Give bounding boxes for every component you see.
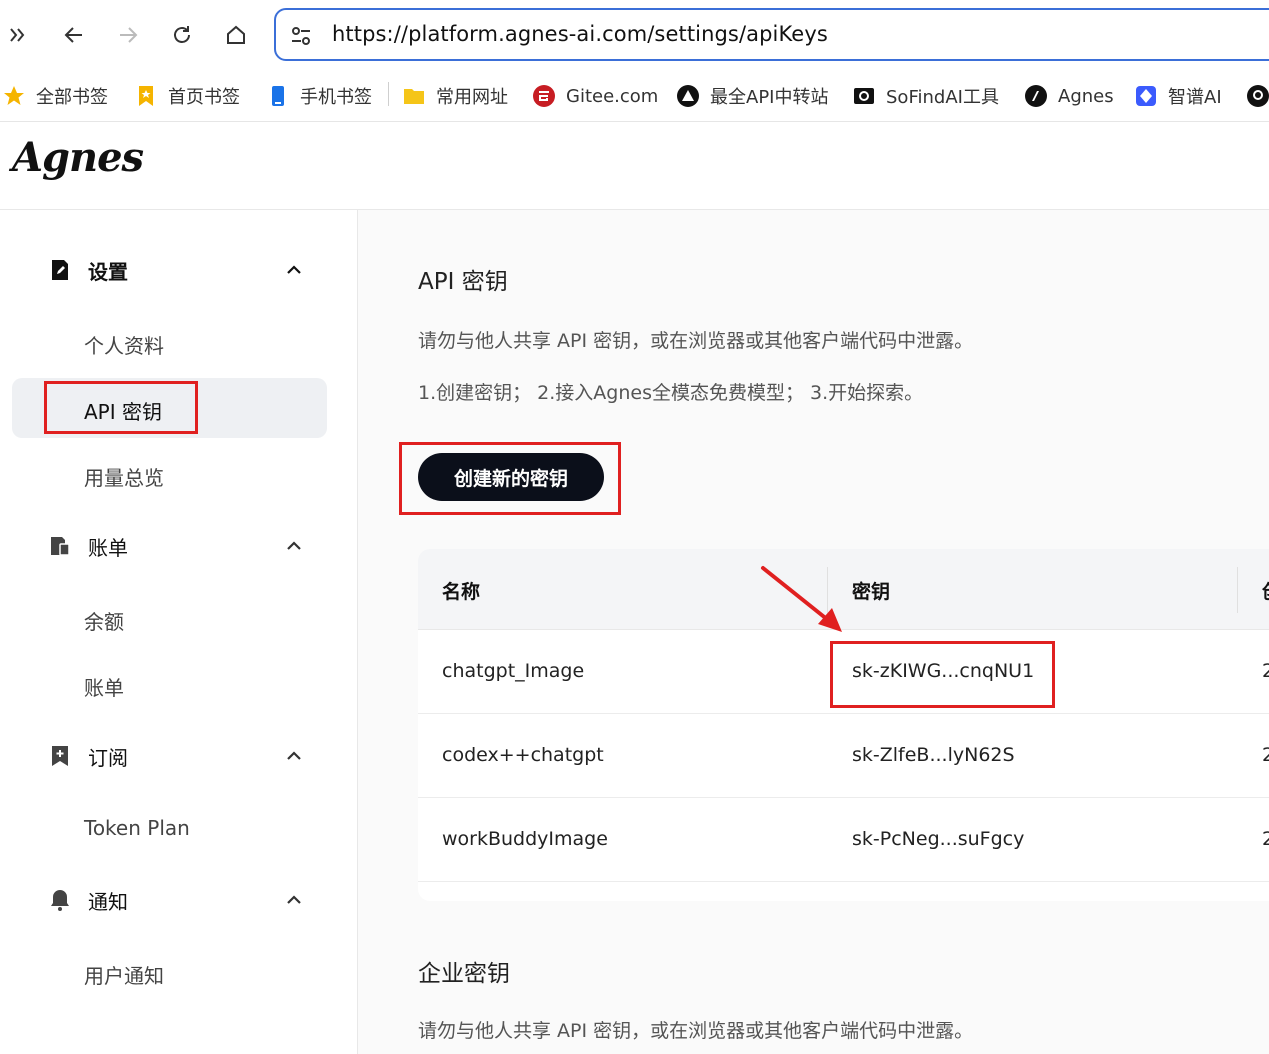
bookmark-github[interactable] bbox=[1246, 79, 1269, 113]
address-bar[interactable]: https://platform.agnes-ai.com/settings/a… bbox=[274, 8, 1269, 61]
key-created: 2 bbox=[1262, 828, 1269, 850]
table-header: 名称 密钥 创 bbox=[418, 549, 1269, 630]
bookmark-mobile[interactable]: 手机书签 bbox=[266, 79, 372, 113]
page-title: API 密钥 bbox=[418, 269, 508, 295]
star-icon bbox=[2, 84, 26, 108]
url-text: https://platform.agnes-ai.com/settings/a… bbox=[332, 22, 828, 46]
bill-icon bbox=[51, 537, 70, 556]
agnes-logo[interactable]: Agnes bbox=[12, 134, 144, 181]
triangle-logo-icon bbox=[676, 84, 700, 108]
bookmark-icon bbox=[134, 84, 158, 108]
sidebar-section-settings[interactable]: 设置 bbox=[48, 250, 308, 290]
sidebar-toggle-icon[interactable] bbox=[0, 17, 36, 53]
sidebar-section-notifications[interactable]: 通知 bbox=[48, 880, 308, 920]
settings-sidebar bbox=[0, 210, 358, 1054]
chevron-up-icon[interactable] bbox=[284, 536, 304, 556]
key-value[interactable]: sk-PcNeg...suFgcy bbox=[852, 828, 1024, 850]
bookmark-sofind[interactable]: SoFindAI工具 bbox=[852, 79, 999, 113]
zhipu-icon bbox=[1134, 84, 1158, 108]
sidebar-item-bills[interactable]: 账单 bbox=[84, 672, 124, 701]
key-name: chatgpt_Image bbox=[442, 660, 585, 682]
api-keys-table: 名称 密钥 创 chatgpt_Image sk-zKIWG...cnqNU1 … bbox=[418, 549, 1269, 901]
sidebar-item-profile[interactable]: 个人资料 bbox=[84, 330, 164, 359]
bookmark-home[interactable]: 首页书签 bbox=[134, 79, 240, 113]
phone-bookmark-icon bbox=[266, 84, 290, 108]
bookmark-plus-icon bbox=[52, 746, 68, 766]
api-key-warning: 请勿与他人共享 API 密钥，或在浏览器或其他客户端代码中泄露。 bbox=[418, 330, 974, 352]
bookmark-agnes[interactable]: Agnes bbox=[1024, 79, 1114, 113]
sidebar-item-balance[interactable]: 余额 bbox=[84, 606, 124, 635]
column-divider bbox=[827, 567, 828, 613]
annotation-box-api-keys bbox=[44, 381, 198, 434]
key-name: workBuddyImage bbox=[442, 828, 608, 850]
column-header-name: 名称 bbox=[442, 581, 481, 603]
edit-doc-icon bbox=[52, 260, 68, 280]
annotation-box-create-button bbox=[399, 442, 621, 515]
browser-toolbar: https://platform.agnes-ai.com/settings/a… bbox=[0, 0, 1269, 70]
folder-icon bbox=[402, 84, 426, 108]
column-header-created: 创 bbox=[1262, 577, 1269, 604]
forward-icon[interactable] bbox=[110, 17, 146, 53]
reload-icon[interactable] bbox=[164, 17, 200, 53]
key-created: 2 bbox=[1262, 744, 1269, 766]
key-created: 2 bbox=[1262, 660, 1269, 682]
sofind-icon bbox=[852, 84, 876, 108]
api-key-steps: 1.创建密钥； 2.接入Agnes全模态免费模型； 3.开始探索。 bbox=[418, 382, 924, 404]
column-header-key: 密钥 bbox=[852, 581, 891, 603]
table-row[interactable]: workBuddyImage sk-PcNeg...suFgcy 2 bbox=[418, 798, 1269, 882]
chevron-up-icon[interactable] bbox=[284, 890, 304, 910]
bookmark-common[interactable]: 常用网址 bbox=[402, 79, 508, 113]
sidebar-item-usage[interactable]: 用量总览 bbox=[84, 462, 164, 491]
github-icon bbox=[1246, 84, 1269, 108]
bookmark-api-relay[interactable]: 最全API中转站 bbox=[676, 79, 828, 113]
chevron-up-icon[interactable] bbox=[284, 260, 304, 280]
column-divider bbox=[1237, 567, 1238, 613]
key-value[interactable]: sk-ZlfeB...lyN62S bbox=[852, 744, 1015, 766]
bookmark-separator bbox=[388, 82, 389, 106]
bell-icon bbox=[51, 890, 69, 911]
bookmarks-bar: 全部书签 首页书签 手机书签 常用网址 Gitee.com 最全API中转站 S… bbox=[0, 70, 1269, 122]
sidebar-item-token-plan[interactable]: Token Plan bbox=[84, 816, 190, 840]
sidebar-item-user-notifications[interactable]: 用户通知 bbox=[84, 960, 164, 989]
back-icon[interactable] bbox=[56, 17, 92, 53]
chevron-up-icon[interactable] bbox=[284, 746, 304, 766]
enterprise-keys-title: 企业密钥 bbox=[418, 961, 510, 987]
annotation-box-key-value bbox=[830, 641, 1055, 708]
key-name: codex++chatgpt bbox=[442, 744, 604, 766]
app-header: Agnes bbox=[0, 122, 1269, 210]
sidebar-section-billing[interactable]: 账单 bbox=[48, 526, 308, 566]
sidebar-section-subscription[interactable]: 订阅 bbox=[48, 736, 308, 776]
bookmark-gitee[interactable]: Gitee.com bbox=[532, 79, 658, 113]
bookmark-zhipu[interactable]: 智谱AI bbox=[1134, 79, 1222, 113]
site-settings-icon[interactable] bbox=[288, 23, 314, 49]
table-row[interactable]: codex++chatgpt sk-ZlfeB...lyN62S 2 bbox=[418, 714, 1269, 798]
enterprise-keys-warning: 请勿与他人共享 API 密钥，或在浏览器或其他客户端代码中泄露。 bbox=[418, 1020, 974, 1042]
agnes-icon bbox=[1024, 84, 1048, 108]
gitee-icon bbox=[532, 84, 556, 108]
bookmark-all[interactable]: 全部书签 bbox=[2, 79, 108, 113]
home-icon[interactable] bbox=[218, 17, 254, 53]
